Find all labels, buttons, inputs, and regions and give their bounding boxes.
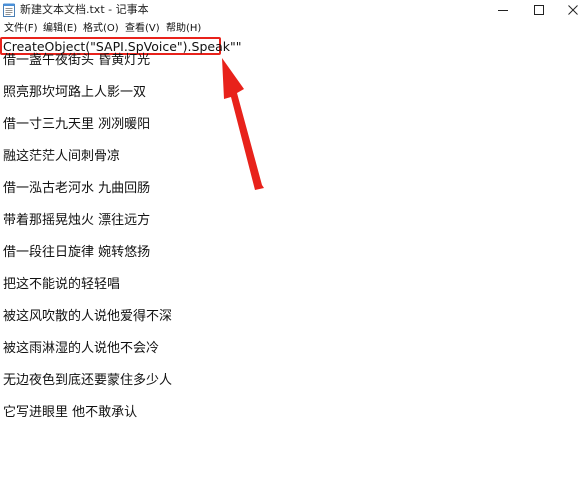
menu-view[interactable]: 查看(V) bbox=[125, 22, 160, 35]
text-line: 无边夜色到底还要蒙住多少人 bbox=[3, 373, 173, 388]
notepad-window: 新建文本文档.txt - 记事本 文件(F) 编辑(E) 格式(O) 查看(V)… bbox=[0, 0, 587, 500]
notepad-app-icon bbox=[3, 3, 15, 17]
text-line: 借一寸三九天里 冽冽暖阳 bbox=[3, 117, 151, 132]
text-line: 它写进眼里 他不敢承认 bbox=[3, 405, 138, 420]
close-button[interactable] bbox=[550, 0, 587, 20]
text-line: 把这不能说的轻轻唱 bbox=[3, 277, 121, 292]
text-editor-area[interactable]: CreateObject("SAPI.SpVoice").Speak"" 借一盏… bbox=[0, 37, 587, 500]
window-title: 新建文本文档.txt - 记事本 bbox=[20, 3, 149, 16]
menu-bar: 文件(F) 编辑(E) 格式(O) 查看(V) 帮助(H) bbox=[0, 20, 587, 37]
text-line: 融这茫茫人间刺骨凉 bbox=[3, 149, 121, 164]
text-line: 借一泓古老河水 九曲回肠 bbox=[3, 181, 151, 196]
menu-edit[interactable]: 编辑(E) bbox=[43, 22, 77, 35]
annotation-arrow-shape bbox=[222, 58, 264, 190]
menu-file[interactable]: 文件(F) bbox=[4, 22, 38, 35]
annotation-arrow bbox=[222, 58, 264, 190]
maximize-icon bbox=[534, 5, 544, 15]
text-line: 照亮那坎坷路上人影一双 bbox=[3, 85, 147, 100]
close-icon bbox=[568, 5, 578, 15]
text-line: 带着那摇晃烛火 漂往远方 bbox=[3, 213, 151, 228]
text-line: 被这雨淋湿的人说他不会冷 bbox=[3, 341, 160, 356]
text-line: 借一段往日旋律 婉转悠扬 bbox=[3, 245, 151, 260]
text-line: 被这风吹散的人说他爱得不深 bbox=[3, 309, 173, 324]
title-bar[interactable]: 新建文本文档.txt - 记事本 bbox=[0, 0, 587, 20]
menu-help[interactable]: 帮助(H) bbox=[166, 22, 201, 35]
minimize-icon bbox=[498, 10, 508, 11]
menu-format[interactable]: 格式(O) bbox=[83, 22, 119, 35]
text-line: 借一盏午夜街头 昏黄灯光 bbox=[3, 53, 151, 68]
